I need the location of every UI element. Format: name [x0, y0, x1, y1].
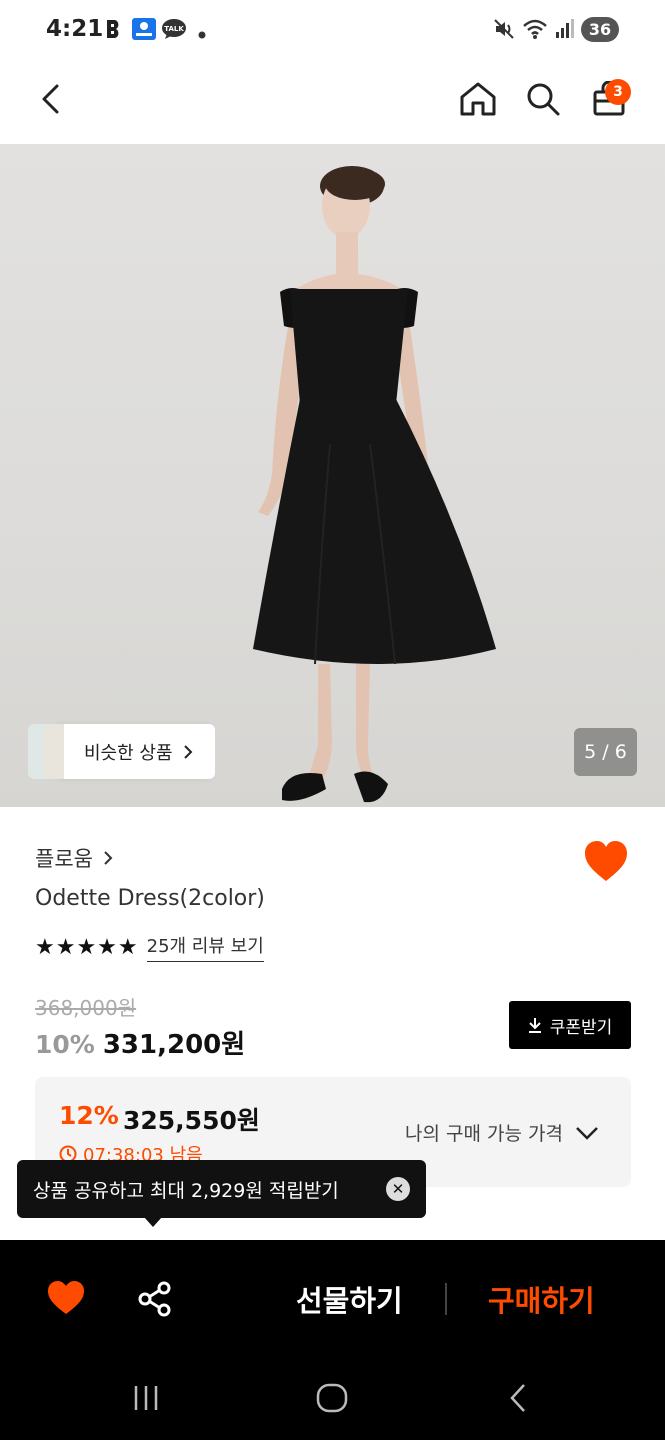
- brand-link[interactable]: 플로움: [35, 843, 113, 873]
- sale-price: 331,200원: [102, 1030, 246, 1060]
- status-time: 4:21: [46, 16, 104, 42]
- recent-apps-icon: [134, 1386, 158, 1410]
- price-row: 10% 331,200원: [35, 1024, 245, 1061]
- recent-apps-button[interactable]: [126, 1380, 166, 1416]
- search-icon: [527, 83, 560, 116]
- best-price-label: 나의 구매 가능 가격: [405, 1123, 563, 1145]
- system-nav-bar: [0, 1355, 665, 1440]
- bottom-action-bar: 선물하기 구매하기: [0, 1240, 665, 1355]
- similar-label: 비슷한 상품: [84, 742, 173, 764]
- home-icon: [460, 82, 496, 116]
- product-image[interactable]: 비슷한 상품 5 / 6: [0, 144, 665, 807]
- dot-icon: [198, 24, 206, 43]
- heart-icon[interactable]: [46, 1280, 86, 1316]
- brand-name: 플로움: [35, 847, 93, 871]
- coupon-button[interactable]: 쿠폰받기: [509, 1001, 631, 1049]
- battery-indicator: 36: [581, 17, 619, 42]
- kakao-talk-icon: TALK: [161, 18, 187, 44]
- close-icon[interactable]: ✕: [386, 1177, 410, 1201]
- image-page-counter: 5 / 6: [574, 728, 637, 776]
- kakao-map-icon: [132, 18, 156, 44]
- model-photo: [253, 166, 496, 803]
- buy-button[interactable]: 구매하기: [488, 1278, 595, 1320]
- similar-pill: 비슷한 상품: [62, 724, 215, 779]
- chevron-down-icon: [576, 1126, 598, 1140]
- back-nav-icon: [510, 1384, 525, 1412]
- chevron-right-icon: [183, 744, 192, 759]
- back-icon: [42, 84, 59, 114]
- cart-button[interactable]: 3: [584, 74, 634, 124]
- status-bar: 4:21 TALK 36: [0, 0, 665, 58]
- rating-row: ★★★★★ 25개 리뷰 보기: [35, 932, 264, 962]
- download-icon: [528, 1018, 541, 1033]
- similar-products-button[interactable]: 비슷한 상품: [28, 724, 215, 779]
- tooltip-arrow: [144, 1217, 162, 1227]
- home-circle-icon: [316, 1383, 348, 1413]
- chevron-right-icon: [104, 851, 113, 865]
- mute-icon: [493, 18, 515, 44]
- back-nav-button[interactable]: [498, 1380, 538, 1416]
- review-link[interactable]: 25개 리뷰 보기: [146, 932, 264, 962]
- similar-thumbnails: [28, 724, 68, 779]
- best-price-toggle[interactable]: 나의 구매 가능 가격: [405, 1119, 599, 1146]
- best-discount-percent: 12%: [59, 1101, 119, 1130]
- back-button[interactable]: [26, 74, 76, 124]
- star-rating-icon: ★★★★★: [35, 934, 139, 960]
- gift-button[interactable]: 선물하기: [296, 1278, 403, 1320]
- product-name: Odette Dress(2color): [35, 886, 265, 911]
- app-header: 3: [0, 58, 665, 144]
- share-icon[interactable]: [136, 1280, 174, 1318]
- action-divider: [445, 1283, 447, 1315]
- wifi-icon: [522, 18, 548, 44]
- home-nav-button[interactable]: [312, 1380, 352, 1416]
- svg-text:TALK: TALK: [164, 25, 184, 33]
- signal-icon: [554, 18, 574, 44]
- b-app-icon: [104, 18, 124, 44]
- share-reward-tooltip: 상품 공유하고 최대 2,929원 적립받기 ✕: [17, 1160, 426, 1218]
- cart-badge: 3: [605, 79, 631, 105]
- best-price: 325,550원: [123, 1106, 260, 1135]
- search-button[interactable]: [518, 74, 568, 124]
- home-button[interactable]: [453, 74, 503, 124]
- original-price: 368,000원: [35, 996, 137, 1020]
- discount-percent: 10%: [35, 1030, 95, 1059]
- wishlist-heart-icon[interactable]: [582, 838, 630, 886]
- tooltip-text: 상품 공유하고 최대 2,929원 적립받기: [33, 1179, 339, 1202]
- coupon-label: 쿠폰받기: [549, 1017, 613, 1038]
